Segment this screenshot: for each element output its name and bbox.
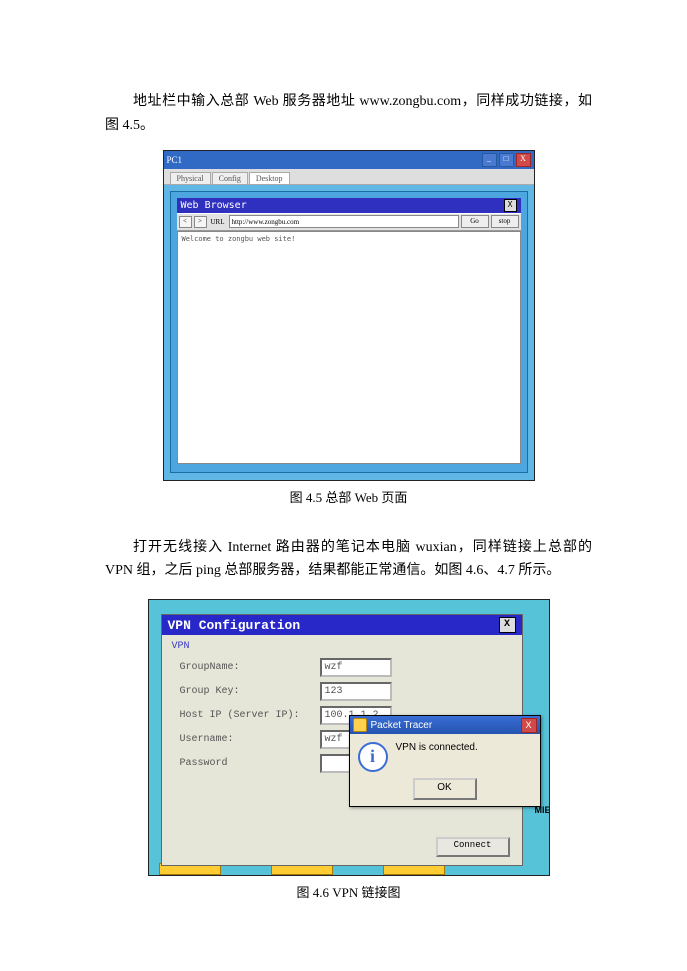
password-label: Password	[180, 758, 320, 769]
dialog-title: Packet Tracer	[371, 720, 433, 731]
ok-button[interactable]: OK	[413, 778, 477, 800]
vpn-section-label: VPN	[172, 641, 514, 652]
tab-config[interactable]: Config	[212, 172, 248, 184]
groupname-label: GroupName:	[180, 662, 320, 673]
window-titlebar: PC1 _ □ X	[164, 151, 534, 169]
caption-4-5: 图 4.5 总部 Web 页面	[105, 487, 592, 506]
url-input[interactable]: http://www.zongbu.com	[229, 215, 459, 228]
forward-button[interactable]: >	[194, 216, 207, 228]
dialog-message: VPN is connected.	[396, 742, 478, 753]
browser-close-button[interactable]: X	[504, 199, 517, 212]
vpn-titlebar: VPN Configuration X	[162, 615, 522, 635]
info-icon: i	[358, 742, 388, 772]
tab-desktop[interactable]: Desktop	[249, 172, 290, 184]
groupkey-input[interactable]: 123	[320, 682, 392, 701]
dialog: Packet Tracer X i VPN is connected. OK	[349, 715, 541, 807]
stop-button[interactable]: stop	[491, 215, 519, 228]
tab-bar: Physical Config Desktop	[164, 169, 534, 185]
hostip-label: Host IP (Server IP):	[180, 710, 320, 721]
dialog-close-button[interactable]: X	[521, 718, 537, 733]
username-label: Username:	[180, 734, 320, 745]
go-button[interactable]: Go	[461, 215, 489, 228]
groupkey-label: Group Key:	[180, 686, 320, 697]
minimize-button[interactable]: _	[482, 153, 497, 167]
figure-4-6: MIE VPN Configuration X VPN GroupName: w…	[148, 599, 550, 876]
maximize-button[interactable]: □	[499, 153, 514, 167]
url-bar: < > URL http://www.zongbu.com Go stop	[177, 213, 521, 231]
vpn-close-button[interactable]: X	[499, 617, 516, 633]
window-title: PC1	[167, 155, 183, 165]
dialog-titlebar: Packet Tracer X	[350, 716, 540, 734]
paragraph-2: 打开无线接入 Internet 路由器的笔记本电脑 wuxian，同样链接上总部…	[105, 536, 592, 584]
paragraph-1: 地址栏中输入总部 Web 服务器地址 www.zongbu.com，同样成功链接…	[105, 90, 592, 138]
vpn-title: VPN Configuration	[168, 618, 301, 633]
caption-4-6: 图 4.6 VPN 链接图	[105, 882, 592, 901]
figure-4-5: PC1 _ □ X Physical Config Desktop Web Br…	[163, 150, 535, 481]
app-icon	[353, 718, 367, 732]
url-label: URL	[209, 218, 227, 226]
desktop-area: Web Browser X < > URL http://www.zongbu.…	[170, 191, 528, 473]
groupname-input[interactable]: wzf	[320, 658, 392, 677]
browser-viewport: Welcome to zongbu web site!	[177, 231, 521, 464]
browser-titlebar: Web Browser X	[177, 198, 521, 213]
connect-button[interactable]: Connect	[436, 837, 510, 857]
tab-physical[interactable]: Physical	[170, 172, 211, 184]
close-button[interactable]: X	[516, 153, 531, 167]
browser-title: Web Browser	[181, 200, 247, 211]
back-button[interactable]: <	[179, 216, 192, 228]
